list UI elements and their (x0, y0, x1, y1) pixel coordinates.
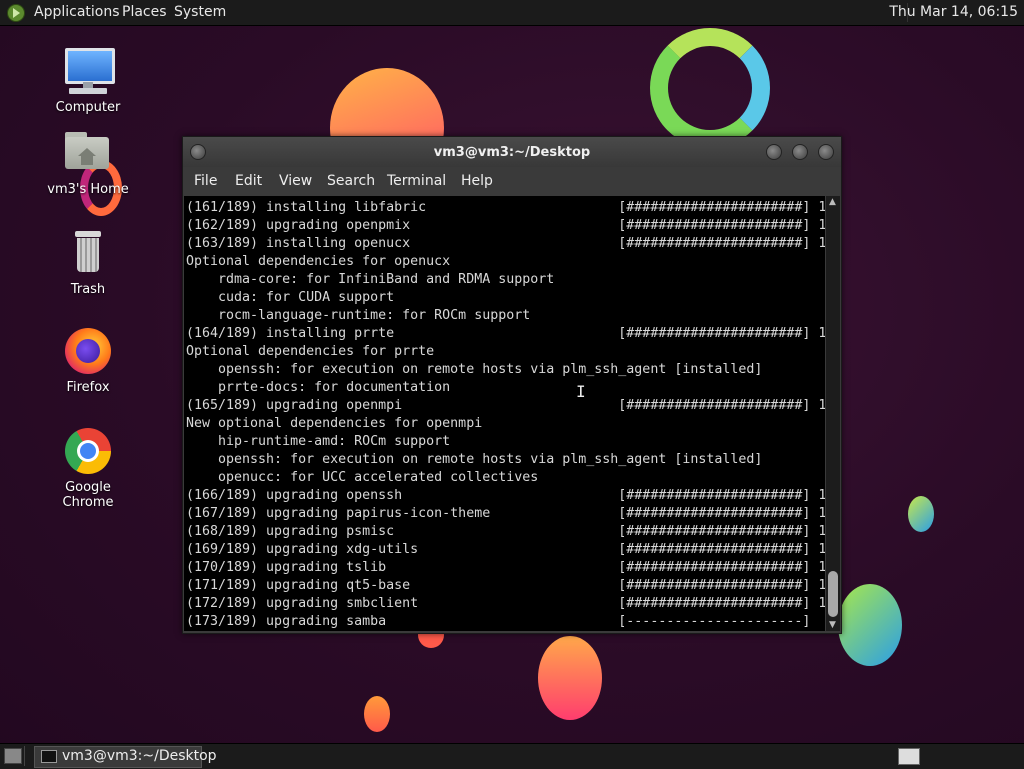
terminal-line: openssh: for execution on remote hosts v… (218, 452, 763, 467)
menu-edit[interactable]: Edit (235, 173, 262, 189)
terminal-line: New optional dependencies for openmpi (186, 416, 483, 431)
computer-icon (63, 46, 115, 96)
close-button[interactable] (818, 144, 834, 160)
text-cursor-icon: I (576, 382, 586, 401)
terminal-line: rdma-core: for InfiniBand and RDMA suppo… (218, 272, 555, 287)
minimize-button[interactable] (766, 144, 782, 160)
desktop-icon-label: Computer (55, 100, 121, 115)
terminal-lines: (161/189) installing libfabric [########… (184, 196, 825, 631)
terminal-line: (172/189) upgrading smbclient [#########… (186, 596, 825, 611)
wallpaper-small-blob (364, 696, 390, 732)
terminal-line: (167/189) upgrading papirus-icon-theme [… (186, 506, 825, 521)
terminal-line: openssh: for execution on remote hosts v… (218, 362, 763, 377)
wallpaper-pink-blob (538, 636, 602, 720)
panel-separator (24, 746, 25, 766)
bottom-panel: vm3@vm3:~/Desktop (0, 743, 1024, 769)
clock[interactable]: Thu Mar 14, 06:15 (889, 4, 1018, 20)
desktop-icon-home[interactable]: vm3's Home (38, 128, 138, 197)
home-folder-icon (63, 128, 113, 178)
terminal-line: Optional dependencies for prrte (186, 344, 435, 359)
terminal-window[interactable]: vm3@vm3:~/Desktop File Edit View Search … (182, 136, 842, 634)
wallpaper-green-blob (838, 584, 902, 666)
maximize-button[interactable] (792, 144, 808, 160)
window-titlebar[interactable]: vm3@vm3:~/Desktop (183, 137, 841, 167)
taskbar-window-label: vm3@vm3:~/Desktop (62, 748, 217, 764)
menu-terminal[interactable]: Terminal (387, 173, 446, 189)
wallpaper-tiny-blob (908, 496, 934, 532)
terminal-line: rocm-language-runtime: for ROCm support (218, 308, 531, 323)
terminal-menubar: File Edit View Search Terminal Help (183, 167, 841, 195)
terminal-line: prrte-docs: for documentation (218, 380, 451, 395)
terminal-line: (161/189) installing libfabric [########… (186, 200, 825, 215)
terminal-line: (166/189) upgrading openssh [###########… (186, 488, 825, 503)
chrome-icon (63, 426, 113, 476)
menu-help[interactable]: Help (461, 173, 493, 189)
terminal-line: (169/189) upgrading xdg-utils [#########… (186, 542, 825, 557)
menu-system[interactable]: System (174, 4, 226, 20)
terminal-line: hip-runtime-amd: ROCm support (218, 434, 451, 449)
desktop-icon-trash[interactable]: Trash (38, 228, 138, 297)
firefox-icon (63, 326, 113, 376)
wallpaper-ring (650, 28, 770, 148)
terminal-line: (171/189) upgrading qt5-base [##########… (186, 578, 825, 593)
desktop-icon-computer[interactable]: Computer (38, 46, 138, 115)
terminal-line: (162/189) upgrading openpmix [##########… (186, 218, 825, 233)
desktop-icon-label: vm3's Home (47, 182, 129, 197)
desktop-icon-label: Firefox (66, 380, 110, 395)
terminal-line: (164/189) installing prrte [############… (186, 326, 825, 341)
desktop-icon-chrome[interactable]: Google Chrome (38, 426, 138, 510)
terminal-line: (173/189) upgrading samba [-------------… (186, 614, 825, 629)
taskbar-window-button[interactable]: vm3@vm3:~/Desktop (34, 746, 217, 768)
menu-file[interactable]: File (194, 173, 217, 189)
terminal-line: (168/189) upgrading psmisc [############… (186, 524, 825, 539)
scrollbar-thumb[interactable] (828, 571, 838, 617)
terminal-line: openucc: for UCC accelerated collectives (218, 470, 539, 485)
menu-search[interactable]: Search (327, 173, 375, 189)
terminal-scrollbar[interactable]: ▲ ▼ (826, 196, 840, 631)
distro-logo-icon[interactable] (7, 4, 25, 22)
show-desktop-icon[interactable] (4, 748, 22, 764)
terminal-line: (163/189) installing openucx [##########… (186, 236, 825, 251)
terminal-line: (170/189) upgrading tslib [#############… (186, 560, 825, 575)
desktop-icon-firefox[interactable]: Firefox (38, 326, 138, 395)
scroll-down-icon[interactable]: ▼ (829, 620, 836, 630)
terminal-line: (165/189) upgrading openmpi [###########… (186, 398, 825, 413)
scroll-up-icon[interactable]: ▲ (829, 197, 836, 207)
terminal-line: Optional dependencies for openucx (186, 254, 451, 269)
menu-view[interactable]: View (279, 173, 312, 189)
workspace-switcher[interactable] (898, 748, 920, 765)
menu-places[interactable]: Places (122, 4, 167, 20)
top-panel: Applications Places System Thu Mar 14, 0… (0, 0, 1024, 26)
desktop-icon-label: Trash (70, 282, 106, 297)
desktop-icon-label: Google Chrome (62, 480, 114, 510)
menu-applications[interactable]: Applications (34, 4, 120, 20)
window-title: vm3@vm3:~/Desktop (433, 145, 591, 160)
terminal-output[interactable]: (161/189) installing libfabric [########… (184, 196, 825, 631)
trash-icon (63, 228, 113, 278)
terminal-line: cuda: for CUDA support (218, 290, 395, 305)
terminal-icon (41, 750, 57, 763)
